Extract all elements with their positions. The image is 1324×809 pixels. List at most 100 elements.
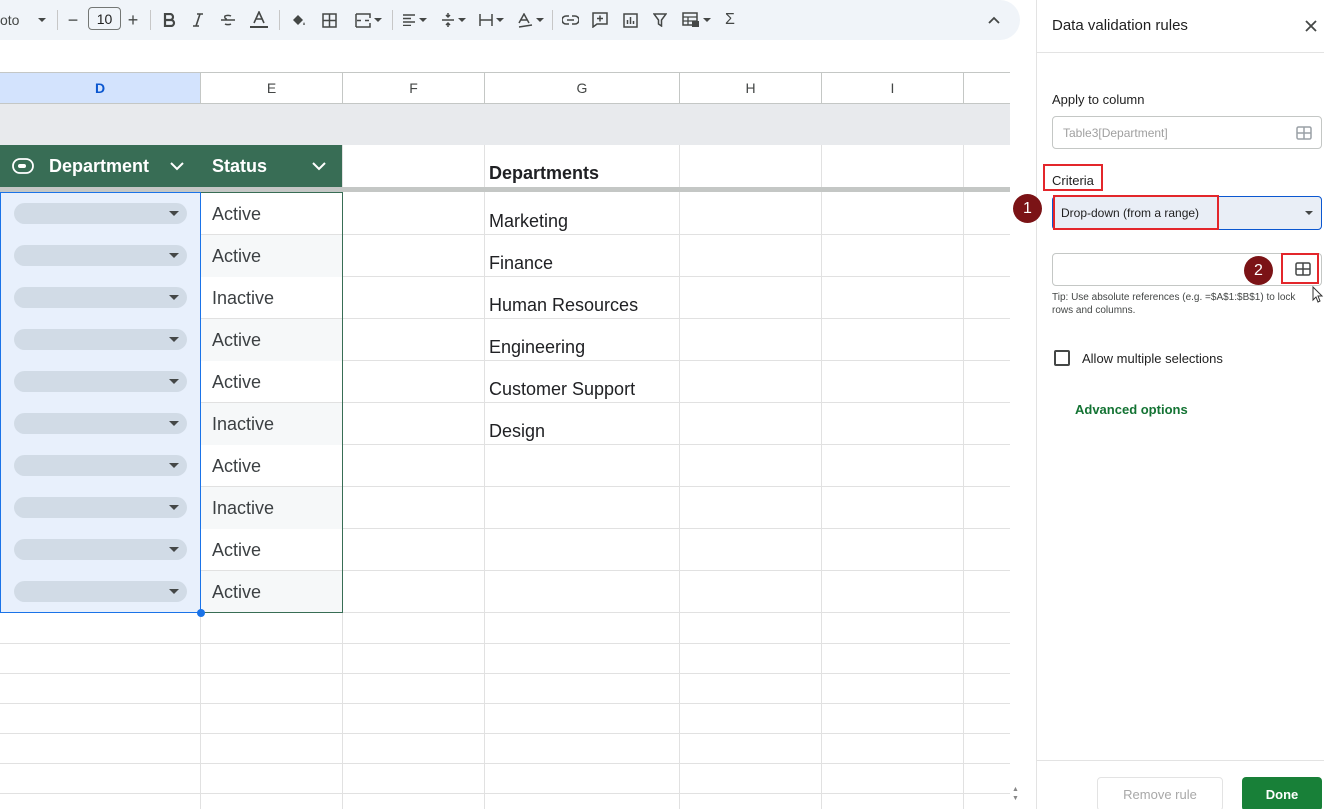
font-family-value: oto bbox=[0, 12, 20, 28]
department-list-item[interactable]: Design bbox=[489, 410, 545, 452]
department-column-header[interactable]: Department bbox=[49, 145, 149, 187]
toolbar-divider bbox=[392, 10, 393, 30]
collapse-toolbar-button[interactable] bbox=[984, 0, 1004, 40]
functions-button[interactable]: Σ bbox=[720, 0, 740, 40]
table-icon bbox=[681, 12, 699, 27]
status-header-label: Status bbox=[212, 155, 268, 176]
toolbar-divider bbox=[279, 10, 280, 30]
apply-to-column-input[interactable]: Table3[Department] bbox=[1052, 116, 1322, 149]
insert-link-button[interactable] bbox=[559, 0, 581, 40]
remove-rule-button[interactable]: Remove rule bbox=[1097, 777, 1223, 809]
chevron-down-icon[interactable] bbox=[311, 158, 327, 174]
vertical-align-button[interactable] bbox=[438, 0, 468, 40]
department-name: Design bbox=[489, 420, 546, 441]
done-label: Done bbox=[1265, 786, 1299, 802]
column-header-g[interactable]: G bbox=[485, 72, 680, 104]
departments-title-text: Departments bbox=[489, 162, 600, 183]
toolbar-divider bbox=[150, 10, 151, 30]
font-family-caret-icon[interactable] bbox=[34, 0, 46, 40]
department-list-item[interactable]: Engineering bbox=[489, 326, 585, 368]
insert-chart-button[interactable] bbox=[619, 0, 641, 40]
department-list-item[interactable]: Finance bbox=[489, 242, 553, 284]
fill-color-button[interactable] bbox=[287, 0, 309, 40]
table-header-row: Department Status bbox=[0, 145, 342, 187]
font-family-select[interactable]: oto bbox=[0, 0, 36, 40]
grid-line bbox=[0, 703, 1010, 704]
column-header-e[interactable]: E bbox=[201, 72, 343, 104]
grid-line bbox=[679, 145, 680, 809]
panel-title: Data validation rules bbox=[1052, 17, 1188, 34]
font-size-input[interactable]: 10 bbox=[88, 7, 121, 30]
grid-line bbox=[0, 673, 1010, 674]
text-color-button[interactable] bbox=[247, 0, 271, 40]
toolbar-divider bbox=[552, 10, 553, 30]
data-validation-panel: Data validation rules Apply to column Ta… bbox=[1036, 0, 1324, 809]
grid-line bbox=[0, 763, 1010, 764]
bold-button[interactable] bbox=[158, 0, 180, 40]
close-icon[interactable] bbox=[1302, 17, 1320, 35]
department-list-item[interactable]: Marketing bbox=[489, 200, 568, 242]
merge-cells-button[interactable] bbox=[350, 0, 386, 40]
text-rotation-button[interactable] bbox=[514, 0, 546, 40]
toolbar: oto − 10 + Σ bbox=[0, 0, 1020, 40]
criteria-select-highlight-box bbox=[1053, 195, 1219, 230]
align-button[interactable] bbox=[398, 0, 430, 40]
text-wrapping-button[interactable] bbox=[476, 0, 506, 40]
column-header-h[interactable]: H bbox=[680, 72, 822, 104]
column-header-f[interactable]: F bbox=[343, 72, 485, 104]
table-outline bbox=[200, 192, 343, 613]
department-name: Engineering bbox=[489, 336, 586, 357]
italic-icon bbox=[193, 13, 203, 27]
advanced-options-link[interactable]: Advanced options bbox=[1075, 402, 1188, 417]
table-menu-button[interactable] bbox=[678, 0, 714, 40]
allow-multiple-checkbox[interactable] bbox=[1054, 350, 1070, 366]
borders-button[interactable] bbox=[318, 0, 340, 40]
mouse-cursor-icon bbox=[1312, 286, 1324, 303]
strikethrough-icon bbox=[221, 14, 235, 26]
spreadsheet-grid[interactable]: D E F G H I Department Status Active Act… bbox=[0, 72, 1010, 809]
column-header-j[interactable] bbox=[964, 72, 1010, 104]
allow-multiple-label[interactable]: Allow multiple selections bbox=[1082, 351, 1223, 366]
sigma-icon: Σ bbox=[725, 11, 735, 28]
chevron-up-icon bbox=[988, 16, 1000, 24]
selection-outline bbox=[0, 192, 201, 613]
range-button-highlight-box bbox=[1281, 253, 1319, 284]
column-letter: E bbox=[266, 80, 277, 96]
select-range-icon[interactable] bbox=[1296, 126, 1312, 140]
increase-font-size-button[interactable]: + bbox=[124, 0, 142, 40]
column-letter: F bbox=[409, 80, 418, 96]
column-header-d[interactable]: D bbox=[0, 72, 201, 104]
decrease-font-size-button[interactable]: − bbox=[64, 0, 82, 40]
grid-line bbox=[821, 145, 822, 809]
panel-divider bbox=[1037, 52, 1324, 53]
filter-button[interactable] bbox=[649, 0, 671, 40]
insert-comment-button[interactable] bbox=[589, 0, 611, 40]
italic-button[interactable] bbox=[187, 0, 209, 40]
dropdown-arrow-icon bbox=[1305, 211, 1313, 215]
departments-title[interactable]: Departments bbox=[489, 152, 599, 194]
department-name: Human Resources bbox=[489, 294, 639, 315]
done-button[interactable]: Done bbox=[1242, 777, 1322, 809]
vertical-scrollbar[interactable] bbox=[1010, 40, 1036, 809]
status-column-header[interactable]: Status bbox=[212, 145, 267, 187]
strikethrough-button[interactable] bbox=[217, 0, 239, 40]
minus-icon: − bbox=[67, 9, 79, 30]
table-chip-icon[interactable] bbox=[12, 157, 34, 175]
link-icon bbox=[561, 15, 579, 25]
column-header-i[interactable]: I bbox=[822, 72, 964, 104]
selection-fill-handle[interactable] bbox=[197, 609, 205, 617]
grid-line bbox=[0, 733, 1010, 734]
apply-to-column-value: Table3[Department] bbox=[1063, 125, 1168, 140]
step-marker-2: 2 bbox=[1244, 256, 1273, 285]
scroll-arrows-icon[interactable]: ▲ ▼ bbox=[1012, 785, 1020, 807]
align-left-icon bbox=[402, 14, 415, 26]
chevron-down-icon[interactable] bbox=[169, 158, 185, 174]
step-marker-1: 1 bbox=[1013, 194, 1042, 223]
department-list-item[interactable]: Human Resources bbox=[489, 284, 638, 326]
vertical-align-icon bbox=[441, 13, 454, 27]
add-comment-icon bbox=[592, 12, 608, 28]
text-rotation-icon bbox=[517, 12, 532, 28]
column-letter: H bbox=[745, 80, 756, 96]
department-list-item[interactable]: Customer Support bbox=[489, 368, 635, 410]
column-letter: G bbox=[576, 80, 588, 96]
